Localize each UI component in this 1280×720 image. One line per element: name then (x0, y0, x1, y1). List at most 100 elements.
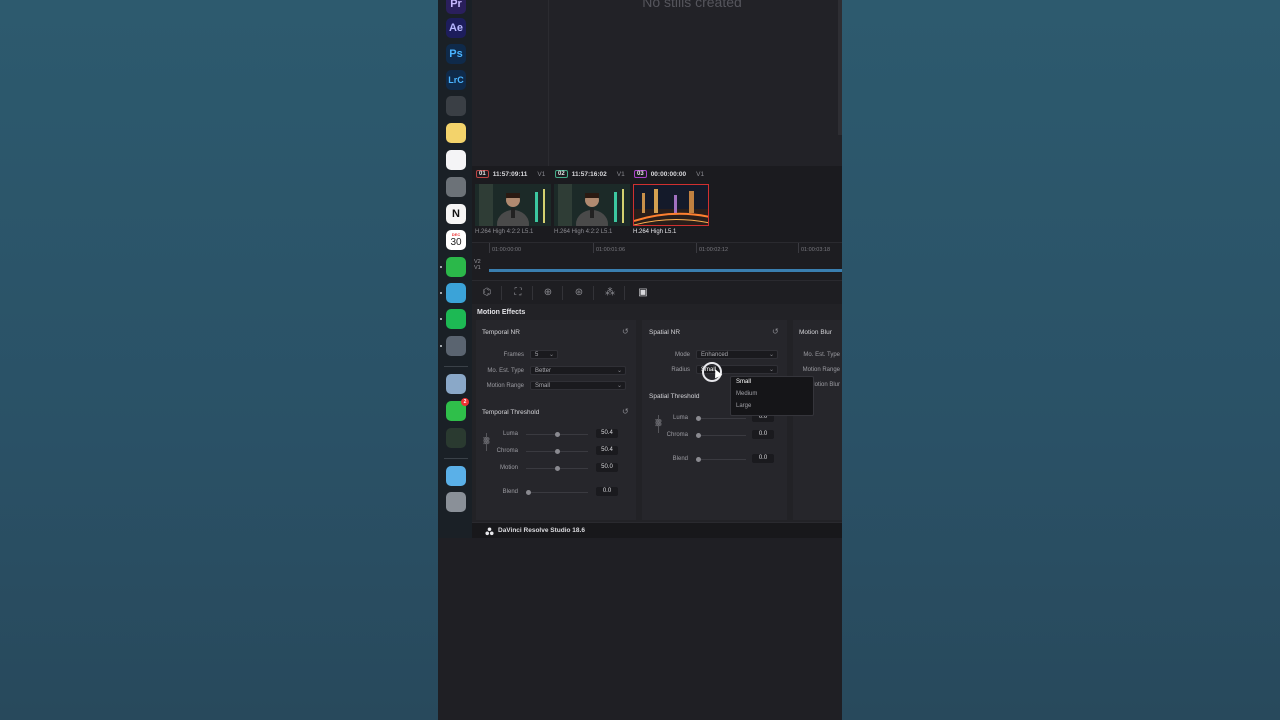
mo-est-type-select[interactable]: Better ⌄ (530, 366, 626, 375)
spotify-icon[interactable] (446, 309, 466, 329)
dropdown-option-large[interactable]: Large (736, 403, 751, 409)
facetime-icon[interactable]: 2 (446, 398, 469, 421)
premiere-pro-icon[interactable]: Pr (446, 0, 466, 14)
quicktime-icon[interactable] (446, 336, 466, 356)
clip-header-3: 03 00:00:00:00 V1 (634, 170, 704, 178)
mo-est-type-value: Better (535, 368, 552, 374)
slider-knob[interactable] (696, 416, 701, 421)
reset-icon[interactable]: ↺ (772, 327, 779, 336)
blend-value[interactable]: 0.0 (596, 487, 618, 496)
running-app-indicator (440, 292, 442, 294)
motion-effects-icon[interactable]: ⁂ (603, 286, 617, 300)
davinci-resolve-window: No stills created 01 11:57:09:11 V1 H.26… (472, 0, 842, 539)
motion-range-label: Motion Range (486, 383, 524, 389)
chroma-value[interactable]: 0.0 (752, 430, 774, 439)
spatial-threshold-title: Spatial Threshold (649, 393, 700, 400)
clip-header-2: 02 11:57:16:02 V1 (555, 170, 625, 178)
after-effects-icon[interactable]: Ae (446, 18, 466, 38)
folder-icon[interactable] (446, 466, 466, 486)
dock-icon-label: Ae (448, 22, 464, 34)
desktop-background-left (0, 0, 438, 720)
blend-slider[interactable] (696, 457, 746, 462)
dropdown-option-medium[interactable]: Medium (736, 391, 757, 397)
notion-icon[interactable]: N (446, 204, 466, 224)
motion-range-select[interactable]: Small ⌄ (530, 381, 626, 390)
link-icon[interactable]: ⛓ (482, 437, 491, 445)
chroma-slider[interactable] (696, 433, 746, 438)
ruler-tick-mark (489, 243, 490, 253)
lightroom-classic-icon[interactable]: LrC (446, 70, 466, 90)
luma-value[interactable]: 50.4 (596, 429, 618, 438)
toolbar-divider (624, 286, 625, 300)
gallery-album-list (472, 0, 549, 166)
motion-range-label: Motion Range (802, 367, 840, 373)
clip-track: V1 (616, 170, 625, 178)
dropdown-option-small[interactable]: Small (736, 379, 751, 385)
panel-title: Motion Effects (477, 309, 526, 316)
clip-codec-3: H.264 High L5.1 (633, 229, 677, 235)
camera-raw-icon[interactable]: ⌬ (480, 286, 494, 300)
palette-toolbar: ⌬ ⛶ ⊕ ⊛ ⁂ ▣ (472, 280, 842, 306)
system-settings-icon[interactable] (446, 177, 466, 197)
clip-thumbnail-1[interactable] (475, 184, 551, 226)
ruler-timecode: 01:00:03:18 (801, 247, 831, 253)
chroma-value[interactable]: 50.4 (596, 446, 618, 455)
gallery-empty-message: No stills created (642, 0, 742, 10)
dock-icon-label: N (452, 208, 460, 220)
davinci-resolve-icon[interactable] (446, 96, 466, 116)
ruler-timecode: 01:00:00:00 (492, 247, 522, 253)
mo-est-type-label: Mo. Est. Type (487, 368, 524, 374)
preview-icon[interactable] (446, 374, 466, 394)
blend-value[interactable]: 0.0 (752, 454, 774, 463)
chroma-slider[interactable] (526, 449, 588, 454)
motion-value[interactable]: 50.0 (596, 463, 618, 472)
photoshop-icon[interactable]: Ps (446, 44, 466, 64)
frames-value: 5 (535, 352, 539, 358)
activity-monitor-icon[interactable] (446, 428, 466, 448)
ruler-tick-mark (593, 243, 594, 253)
notes-icon[interactable] (446, 123, 466, 143)
spatial-nr-title: Spatial NR (649, 329, 681, 336)
freeform-icon[interactable] (446, 150, 466, 170)
track-label-v1: V1 (474, 265, 481, 271)
mode-value: Enhanced (701, 352, 729, 358)
keyframes-icon[interactable]: ▣ (636, 286, 650, 300)
slider-knob[interactable] (555, 432, 560, 437)
chevron-down-icon: ⌄ (616, 368, 622, 374)
radius-label: Radius (671, 367, 690, 373)
safari-icon[interactable] (446, 283, 466, 303)
frames-select[interactable]: 5 ⌄ (530, 350, 558, 359)
running-app-indicator (440, 345, 442, 347)
tracker-icon[interactable]: ⊕ (541, 286, 555, 300)
slider-knob[interactable] (696, 457, 701, 462)
toolbar-divider (593, 286, 594, 300)
v1-clip-bar[interactable] (489, 269, 842, 272)
sizing-icon[interactable]: ⛶ (511, 286, 525, 300)
mode-select[interactable]: Enhanced ⌄ (696, 350, 778, 359)
magic-mask-icon[interactable]: ⊛ (572, 286, 586, 300)
clip-thumbnail-strip: 01 11:57:09:11 V1 H.264 High 4:2:2 L5.1 (472, 166, 842, 242)
ruler-timecode: 01:00:01:06 (596, 247, 626, 253)
slider-knob[interactable] (555, 449, 560, 454)
reset-icon[interactable]: ↺ (622, 407, 629, 416)
blend-slider[interactable] (526, 490, 588, 495)
motion-slider[interactable] (526, 466, 588, 471)
whatsapp-icon[interactable] (446, 257, 466, 277)
dock-icon-label: LrC (448, 75, 464, 85)
clip-thumbnail-2[interactable] (554, 184, 630, 226)
mini-timeline[interactable]: 01:00:00:00 01:00:01:06 01:00:02:12 01:0… (472, 242, 842, 281)
slider-knob[interactable] (555, 466, 560, 471)
davinci-logo-icon (485, 527, 494, 536)
clip-codec-2: H.264 High 4:2:2 L5.1 (554, 229, 613, 235)
clip-thumbnail-3-selected[interactable] (633, 184, 709, 226)
luma-slider[interactable] (696, 416, 746, 421)
luma-slider[interactable] (526, 432, 588, 437)
slider-knob[interactable] (696, 433, 701, 438)
slider-knob[interactable] (526, 490, 531, 495)
chevron-down-icon: ⌄ (616, 383, 622, 389)
gallery-scrollbar[interactable] (838, 0, 842, 135)
motion-blur-title: Motion Blur (799, 329, 832, 336)
reset-icon[interactable]: ↺ (622, 327, 629, 336)
calendar-icon[interactable]: DEC 30 (446, 230, 466, 250)
trash-icon[interactable] (446, 492, 466, 512)
